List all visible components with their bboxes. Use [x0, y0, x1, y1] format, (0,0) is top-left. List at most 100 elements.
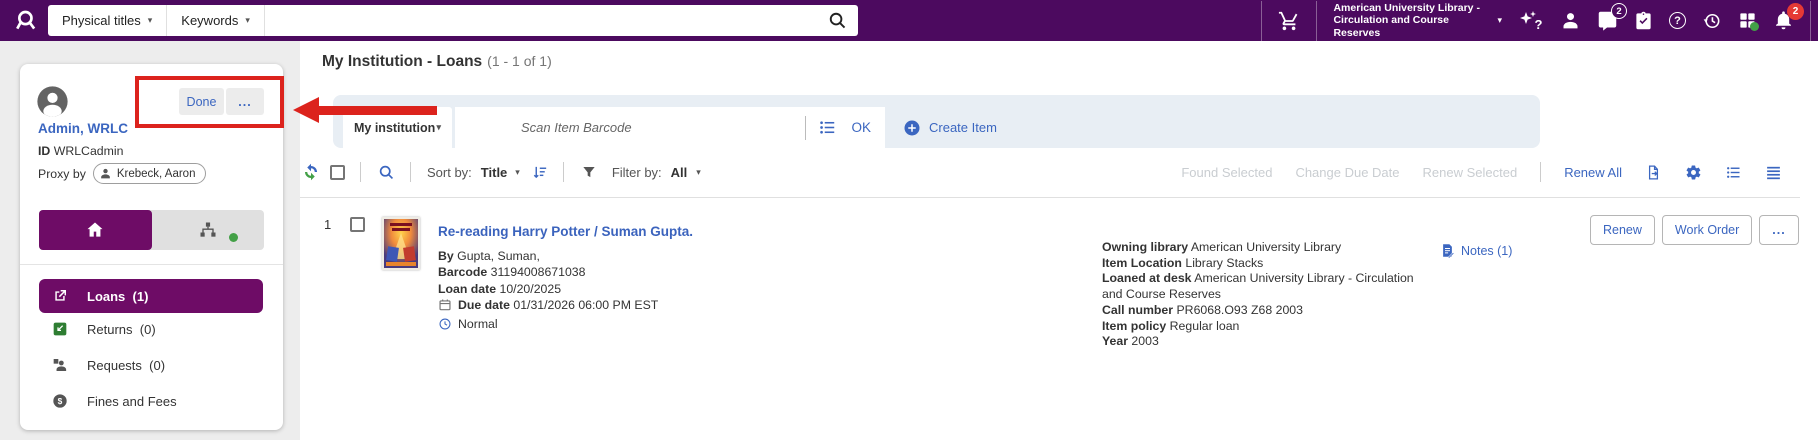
search-icon[interactable]: [817, 11, 858, 30]
calendar-icon: [438, 298, 452, 316]
patron-id: ID WRLCadmin: [38, 144, 123, 158]
org-hierarchy-icon: [198, 220, 218, 240]
person-icon: [99, 167, 112, 180]
list-toolbar: Sort by: Title ▾ Filter by: All ▾: [302, 155, 701, 189]
fines-icon: $: [52, 393, 68, 409]
patron-name-link[interactable]: Admin, WRLC: [38, 121, 128, 136]
ai-assistant-icon[interactable]: ?: [1518, 9, 1544, 33]
top-navigation-bar: Physical titles ▾ Keywords ▾ American Un…: [0, 0, 1818, 41]
item-policy-field: Item policy Regular loan: [1102, 319, 1437, 335]
sidebar-item-loans[interactable]: Loans (1): [39, 279, 263, 313]
loan-details-left: By Gupta, Suman, Barcode 31194008671038 …: [438, 248, 768, 335]
display-density-icon[interactable]: [1765, 164, 1782, 181]
main-content: My Institution - Loans(1 - 1 of 1) My in…: [300, 41, 1818, 440]
renew-button[interactable]: Renew: [1590, 215, 1655, 245]
loan-date-field: Loan date 10/20/2025: [438, 281, 768, 297]
avatar: [36, 85, 69, 123]
institution-status-dot: [229, 233, 238, 242]
barcode-field: Barcode 31194008671038: [438, 264, 768, 280]
notes-icon: [1440, 243, 1455, 258]
notes-link[interactable]: Notes (1): [1440, 243, 1512, 258]
search-type-dropdown[interactable]: Keywords ▾: [167, 5, 264, 36]
notifications-bell-icon[interactable]: 2: [1773, 10, 1794, 31]
annotation-arrow-head: [293, 97, 319, 123]
home-view-tab[interactable]: [39, 210, 152, 250]
refresh-icon[interactable]: [302, 163, 320, 181]
chevron-down-icon: ▾: [148, 16, 153, 25]
proxy-user-chip[interactable]: Krebeck, Aaron: [93, 163, 207, 184]
sidebar-item-fines[interactable]: $ Fines and Fees: [39, 391, 177, 411]
ok-button[interactable]: OK: [847, 120, 885, 135]
alma-logo-icon[interactable]: [12, 7, 40, 35]
loan-title-link[interactable]: Re-reading Harry Potter / Suman Gupta.: [438, 224, 693, 239]
cart-icon[interactable]: [1278, 10, 1300, 32]
filter-by-label: Filter by:: [612, 165, 662, 180]
sidebar-item-requests[interactable]: Requests (0): [39, 355, 165, 375]
create-item-label: Create Item: [929, 120, 997, 135]
loaned-at-desk-field: Loaned at desk American University Libra…: [1102, 271, 1437, 302]
current-location-label: American University Library - Circulatio…: [1333, 2, 1488, 39]
divider: [563, 162, 564, 182]
proxy-label: Proxy by: [38, 167, 86, 181]
chat-icon[interactable]: 2: [1597, 10, 1618, 31]
returns-icon: [52, 321, 68, 337]
chevron-down-icon: ▾: [436, 123, 441, 132]
select-all-checkbox[interactable]: [330, 165, 345, 180]
divider: [20, 264, 283, 265]
found-selected-button: Found Selected: [1181, 165, 1272, 180]
patron-id-label: ID: [38, 144, 50, 158]
renew-all-button[interactable]: Renew All: [1564, 165, 1622, 180]
row-checkbox[interactable]: [350, 217, 365, 232]
work-order-button[interactable]: Work Order: [1662, 215, 1752, 245]
svg-text:?: ?: [1535, 17, 1543, 32]
owning-library-field: Owning library American University Libra…: [1102, 240, 1437, 256]
call-number-field: Call number PR6068.O93 Z68 2003: [1102, 303, 1437, 319]
list-actions: Found Selected Change Due Date Renew Sel…: [1181, 155, 1782, 189]
search-input[interactable]: [265, 5, 817, 36]
change-due-date-button: Change Due Date: [1295, 165, 1399, 180]
search-scope-label: Physical titles: [62, 13, 141, 28]
divider: [1316, 1, 1317, 41]
sidebar-item-label: Returns (0): [87, 322, 156, 337]
filter-by-dropdown[interactable]: All: [671, 165, 688, 180]
gear-icon[interactable]: [1685, 164, 1702, 181]
divider: [1540, 162, 1541, 182]
annotation-highlight-rectangle: [135, 76, 284, 128]
help-icon[interactable]: ?: [1669, 12, 1686, 29]
filter-funnel-icon[interactable]: [581, 164, 597, 180]
export-icon[interactable]: [1645, 164, 1662, 181]
svg-text:$: $: [58, 396, 63, 406]
tasks-clipboard-icon[interactable]: [1634, 11, 1653, 30]
proxy-user-name: Krebeck, Aaron: [117, 168, 196, 180]
requests-icon: [52, 357, 68, 373]
loan-row-actions: Renew Work Order ...: [1590, 215, 1799, 245]
create-item-button[interactable]: Create Item: [903, 107, 997, 148]
chevron-down-icon: ▾: [1497, 16, 1502, 25]
sidebar-item-returns[interactable]: Returns (0): [39, 319, 156, 339]
sort-direction-icon[interactable]: [532, 164, 549, 181]
loan-details-right: Owning library American University Libra…: [1102, 240, 1437, 350]
by-field: By Gupta, Suman,: [438, 248, 768, 264]
chat-badge: 2: [1611, 3, 1627, 19]
user-menu-icon[interactable]: [1560, 10, 1581, 31]
row-more-actions-button[interactable]: ...: [1759, 215, 1798, 245]
sort-by-label: Sort by:: [427, 165, 472, 180]
scan-item-barcode-input[interactable]: [455, 107, 805, 148]
home-icon: [85, 220, 105, 240]
notes-label: Notes (1): [1461, 244, 1512, 258]
book-cover-thumbnail: [382, 217, 420, 270]
manage-columns-icon[interactable]: [1725, 164, 1742, 181]
current-location-dropdown[interactable]: American University Library - Circulatio…: [1333, 2, 1502, 39]
apps-grid-icon[interactable]: [1738, 11, 1757, 30]
divider: [360, 162, 361, 182]
list-search-icon[interactable]: [378, 164, 395, 181]
chevron-down-icon: ▾: [515, 168, 520, 177]
history-icon[interactable]: [1702, 11, 1722, 31]
loan-status-field: Normal: [438, 316, 768, 335]
sort-by-dropdown[interactable]: Title: [481, 165, 508, 180]
institution-view-tab[interactable]: [152, 210, 265, 250]
divider: [1261, 1, 1262, 41]
search-scope-dropdown[interactable]: Physical titles ▾: [48, 5, 166, 36]
barcode-list-icon[interactable]: [806, 118, 847, 137]
chevron-down-icon: ▾: [696, 168, 701, 177]
